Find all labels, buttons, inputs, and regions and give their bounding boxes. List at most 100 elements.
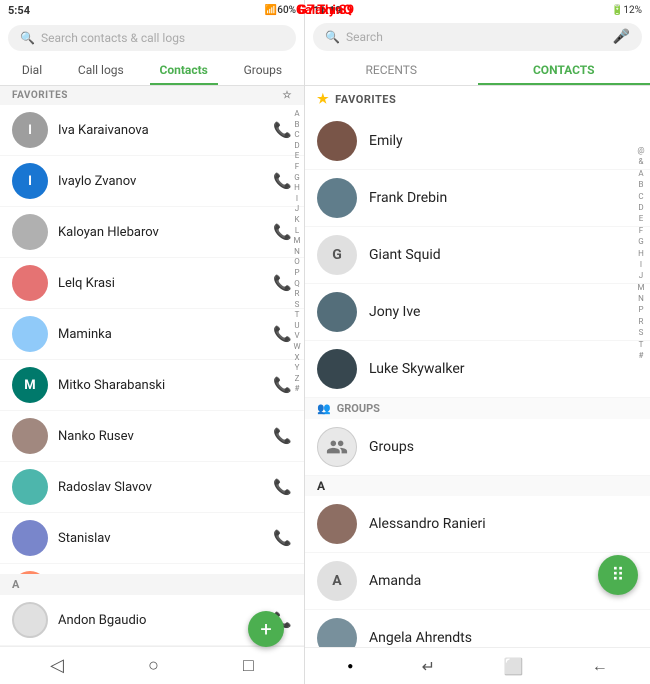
contact-name: Nanko Rusev	[58, 429, 263, 444]
status-bar-left: 5:54 G7 ThinQ 📶60%	[0, 0, 304, 21]
contact-row[interactable]: Lelq Krasi 📞	[0, 258, 304, 309]
back-icon-right[interactable]: ←	[592, 656, 608, 676]
tabs-row-left: Dial Call logs Contacts Groups	[0, 55, 304, 86]
avatar: M	[12, 367, 48, 403]
bottom-nav-right: ● ↵ ⬜ ←	[305, 647, 650, 684]
avatar: I	[12, 163, 48, 199]
favorite-contact-frank[interactable]: Frank Drebin	[305, 170, 650, 227]
favorite-contact-jony[interactable]: Jony Ive	[305, 284, 650, 341]
avatar	[12, 418, 48, 454]
avatar	[12, 520, 48, 556]
tab-contacts[interactable]: Contacts	[150, 55, 218, 85]
tabs-row-right: RECENTS CONTACTS	[305, 55, 650, 86]
search-bar-right[interactable]: 🔍 Search 🎤	[313, 23, 642, 51]
avatar-jony	[317, 292, 357, 332]
contact-name: Ivaylo Zvanov	[58, 174, 263, 189]
tab-dial[interactable]: Dial	[12, 55, 52, 85]
avatar-andon	[12, 602, 48, 638]
contact-row[interactable]: Kaloyan Hlebarov 📞	[0, 207, 304, 258]
avatar	[12, 571, 48, 574]
contact-name: Iva Karaivanova	[58, 123, 263, 138]
contact-name: Kaloyan Hlebarov	[58, 225, 263, 240]
contact-row[interactable]: Nanko Rusev 📞	[0, 411, 304, 462]
fab-left[interactable]: +	[248, 611, 284, 647]
avatar	[12, 316, 48, 352]
groups-row[interactable]: Groups	[305, 419, 650, 476]
contact-name: Stanislav	[58, 531, 263, 546]
device-label-right: Galaxy S9	[305, 3, 354, 18]
contact-name: Amanda	[369, 573, 421, 589]
favorite-contact-emily[interactable]: Emily	[305, 113, 650, 170]
contact-row[interactable]: Stanislav 📞	[0, 513, 304, 564]
groups-section-header: 👥 GROUPS	[305, 398, 650, 419]
contact-row-andon[interactable]: Andon Bgaudio 📞 +	[0, 595, 304, 646]
avatar-groups	[317, 427, 357, 467]
contact-row-alessandro[interactable]: Alessandro Ranieri	[305, 496, 650, 553]
favorite-contact-luke[interactable]: Luke Skywalker	[305, 341, 650, 398]
search-placeholder-left: Search contacts & call logs	[41, 31, 185, 45]
right-contacts-list[interactable]: ★ FAVORITES Emily Frank Drebin G Giant S…	[305, 86, 650, 647]
search-icon-right: 🔍	[325, 30, 340, 44]
avatar: A	[317, 561, 357, 601]
avatar: I	[12, 112, 48, 148]
left-panel: 5:54 G7 ThinQ 📶60% 🔍 Search contacts & c…	[0, 0, 305, 684]
search-bar-left[interactable]: 🔍 Search contacts & call logs	[8, 25, 296, 51]
favorites-section-header: FAVORITES ☆	[0, 86, 304, 105]
contact-name: Angela Ahrendts	[369, 630, 472, 646]
avatar-giant: G	[317, 235, 357, 275]
contact-row[interactable]: Tatko 📞	[0, 564, 304, 574]
avatar	[317, 618, 357, 647]
contact-name: Jony Ive	[369, 304, 420, 320]
recents-button[interactable]: □	[243, 655, 254, 676]
window-icon[interactable]: ⬜	[503, 657, 523, 676]
device-label-left: G7 ThinQ	[0, 3, 305, 18]
tab-contacts-right[interactable]: CONTACTS	[478, 55, 650, 85]
contact-name: Giant Squid	[369, 247, 441, 263]
alpha-divider-a: A	[305, 476, 650, 496]
right-panel: 11:19 Galaxy S9 🔋12% 🔍 Search 🎤 RECENTS …	[305, 0, 650, 684]
tab-recents[interactable]: RECENTS	[305, 55, 478, 85]
contact-row[interactable]: M Mitko Sharabanski 📞	[0, 360, 304, 411]
contact-row[interactable]: Radoslav Slavov 📞	[0, 462, 304, 513]
groups-icon: 👥	[317, 402, 331, 415]
avatar-frank	[317, 178, 357, 218]
tab-calllogs[interactable]: Call logs	[68, 55, 134, 85]
bottom-nav-left: ◁ ○ □	[0, 646, 304, 684]
section-a-left: A	[0, 574, 304, 595]
forward-icon[interactable]: ↵	[422, 657, 435, 676]
contact-name: Lelq Krasi	[58, 276, 263, 291]
contact-name: Mitko Sharabanski	[58, 378, 263, 393]
avatar-luke	[317, 349, 357, 389]
back-button[interactable]: ◁	[50, 655, 64, 676]
contact-name: Emily	[369, 133, 403, 149]
fab-right[interactable]: ⠿	[598, 555, 638, 595]
contact-row[interactable]: Maminka 📞	[0, 309, 304, 360]
contact-name: Frank Drebin	[369, 190, 447, 206]
search-placeholder-right: Search	[346, 30, 607, 44]
favorite-contact-giant[interactable]: G Giant Squid	[305, 227, 650, 284]
contact-name: Groups	[369, 439, 414, 455]
tab-groups[interactable]: Groups	[234, 55, 293, 85]
avatar	[12, 265, 48, 301]
avatar	[12, 214, 48, 250]
avatar	[317, 504, 357, 544]
contact-name-andon: Andon Bgaudio	[58, 613, 263, 628]
contact-row[interactable]: I Ivaylo Zvanov 📞	[0, 156, 304, 207]
avatar-emily	[317, 121, 357, 161]
contacts-list-left[interactable]: I Iva Karaivanova 📞 I Ivaylo Zvanov 📞 Ka…	[0, 105, 304, 574]
contact-name: Radoslav Slavov	[58, 480, 263, 495]
favorites-header-right: ★ FAVORITES	[305, 86, 650, 113]
contact-row[interactable]: I Iva Karaivanova 📞	[0, 105, 304, 156]
mic-icon-right[interactable]: 🎤	[613, 29, 630, 45]
home-button[interactable]: ○	[148, 655, 159, 676]
alpha-index-left: A B C D E F G H I J K L M N O P Q R S T …	[290, 105, 304, 574]
search-icon-left: 🔍	[20, 31, 35, 45]
dot-icon: ●	[347, 661, 353, 672]
contact-name: Alessandro Ranieri	[369, 516, 486, 532]
contact-row-angela[interactable]: Angela Ahrendts	[305, 610, 650, 647]
contact-name: Maminka	[58, 327, 263, 342]
alpha-index-right: @ & A B C D E F G H I J M N P R S T #	[634, 86, 648, 647]
avatar	[12, 469, 48, 505]
contact-name: Luke Skywalker	[369, 361, 465, 377]
star-icon: ★	[317, 92, 329, 107]
